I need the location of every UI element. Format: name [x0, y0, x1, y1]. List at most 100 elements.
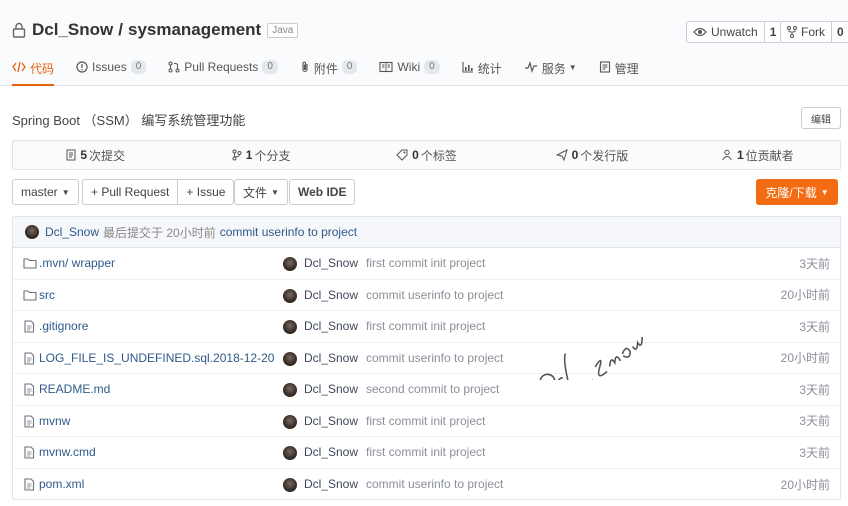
- avatar[interactable]: [283, 351, 297, 366]
- code-icon: [12, 61, 26, 73]
- file-name-link[interactable]: mvnw.cmd: [39, 445, 96, 459]
- commit-author[interactable]: Dcl_Snow: [304, 445, 358, 459]
- commit-author[interactable]: Dcl_Snow: [304, 351, 358, 365]
- tab-wiki-label: Wiki: [397, 60, 421, 74]
- stat-branches[interactable]: 1 个分支: [178, 141, 343, 169]
- file-row: mvnw.cmd Dcl_Snow first commit init projec…: [13, 437, 840, 469]
- unwatch-label: Unwatch: [711, 25, 758, 39]
- attachment-icon: [302, 61, 308, 73]
- web-ide-button[interactable]: Web IDE: [289, 179, 356, 205]
- commit-author[interactable]: Dcl_Snow: [304, 382, 358, 396]
- tab-wiki[interactable]: Wiki 0: [379, 58, 440, 86]
- commit-time: 20小时前: [780, 477, 830, 492]
- fork-button-group: Fork 0: [780, 21, 848, 43]
- file-icon: [24, 414, 35, 428]
- avatar[interactable]: [283, 414, 297, 429]
- avatar[interactable]: [283, 383, 297, 397]
- pull-request-icon: [168, 61, 180, 73]
- commit-author[interactable]: Dcl_Snow: [304, 414, 358, 428]
- last-commit-bar: Dcl_Snow 最后提交于 20小时前 commit userinfo to …: [13, 217, 840, 248]
- file-name-link[interactable]: LOG_FILE_IS_UNDEFINED.sql.2018-12-20: [39, 351, 274, 365]
- avatar[interactable]: [25, 225, 39, 239]
- stat-contributors-count: 1: [736, 148, 744, 162]
- contributors-icon: [722, 149, 732, 161]
- new-pull-request-button[interactable]: + Pull Request: [83, 180, 177, 204]
- file-row: .mvn/ wrapper Dcl_Snow first commit init p…: [13, 248, 840, 280]
- file-name-link[interactable]: README.md: [39, 382, 110, 396]
- tab-code[interactable]: 代码: [12, 58, 55, 86]
- file-menu-button[interactable]: 文件 ▼: [234, 179, 288, 205]
- commit-author[interactable]: Dcl_Snow: [304, 477, 358, 491]
- repo-name-link[interactable]: sysmanagement: [128, 20, 261, 40]
- file-name-link[interactable]: mvnw: [39, 414, 70, 428]
- fork-button[interactable]: Fork: [781, 22, 832, 42]
- commit-author[interactable]: Dcl_Snow: [304, 288, 358, 302]
- repo-tabs: 代码 Issues 0 Pull Requests 0 附件 0 Wiki 0 …: [12, 58, 661, 86]
- commit-time: 3天前: [799, 256, 830, 271]
- stat-tags-label: 个标签: [420, 148, 457, 163]
- branch-icon: [232, 149, 242, 161]
- stat-releases-label: 个发行版: [580, 148, 629, 163]
- commit-message-link[interactable]: commit userinfo to project: [366, 288, 503, 302]
- commit-author[interactable]: Dcl_Snow: [304, 256, 358, 270]
- repo-header: Dcl_Snow / sysmanagement Java Unwatch 1 …: [0, 0, 848, 86]
- commit-message-link[interactable]: commit userinfo to project: [366, 477, 503, 491]
- avatar[interactable]: [283, 320, 297, 334]
- clone-download-button[interactable]: 克隆/下载 ▼: [756, 179, 838, 205]
- avatar[interactable]: [283, 477, 297, 492]
- commit-message-link[interactable]: commit userinfo to project: [366, 351, 503, 365]
- branch-select[interactable]: master ▼: [12, 179, 79, 205]
- unwatch-button[interactable]: Unwatch: [687, 22, 765, 42]
- clone-download-label: 克隆/下载: [765, 185, 817, 200]
- tag-icon: [396, 149, 408, 161]
- wiki-icon: [379, 61, 394, 73]
- tab-services[interactable]: 服务 ▼: [524, 58, 577, 86]
- commit-message-link[interactable]: first commit init project: [366, 319, 485, 333]
- file-row: src Dcl_Snow commit userinfo to project 20小…: [13, 280, 840, 311]
- tab-attachments[interactable]: 附件 0: [300, 58, 358, 86]
- repo-stats-bar: 5 次提交 1 个分支 0 个标签 0 个发行版 1 位贡献者: [12, 140, 841, 170]
- tab-manage[interactable]: 管理: [599, 58, 639, 86]
- stat-contributors[interactable]: 1 位贡献者: [675, 141, 840, 169]
- file-name-link[interactable]: .mvn/ wrapper: [39, 256, 115, 270]
- commit-message-link[interactable]: first commit init project: [366, 445, 485, 459]
- tab-attachments-label: 附件: [313, 62, 338, 76]
- file-name-link[interactable]: pom.xml: [39, 477, 84, 491]
- commit-time: 3天前: [799, 319, 830, 334]
- tab-pull-requests[interactable]: Pull Requests 0: [168, 58, 278, 86]
- edit-description-button[interactable]: 编辑: [801, 107, 841, 129]
- stat-releases[interactable]: 0 个发行版: [509, 141, 674, 169]
- lock-icon: [12, 22, 26, 38]
- commit-message-link[interactable]: first commit init project: [366, 256, 485, 270]
- stat-commits-count: 5: [80, 148, 88, 162]
- tab-stats-label: 统计: [477, 62, 502, 76]
- release-icon: [555, 149, 568, 161]
- avatar[interactable]: [283, 288, 297, 303]
- tab-issues[interactable]: Issues 0: [76, 58, 147, 86]
- pr-issue-button-group: + Pull Request + Issue: [82, 179, 235, 205]
- commit-message-link[interactable]: first commit init project: [366, 414, 485, 428]
- commit-author[interactable]: Dcl_Snow: [304, 319, 358, 333]
- file-name-link[interactable]: src: [39, 288, 55, 302]
- last-commit-user[interactable]: Dcl_Snow: [45, 225, 99, 239]
- tab-stats[interactable]: 统计: [462, 58, 502, 86]
- tab-services-label: 服务: [541, 62, 566, 76]
- issue-icon: [76, 61, 88, 73]
- branch-select-label: master: [21, 185, 58, 199]
- repo-toolbar: master ▼ + Pull Request + Issue 文件 ▼ Web…: [12, 179, 841, 205]
- commit-message-link[interactable]: second commit to project: [366, 382, 499, 396]
- stat-commits[interactable]: 5 次提交: [13, 141, 178, 169]
- last-commit-message[interactable]: commit userinfo to project: [220, 225, 357, 239]
- new-issue-button[interactable]: + Issue: [177, 180, 233, 204]
- file-name-link[interactable]: .gitignore: [39, 319, 88, 333]
- stat-releases-count: 0: [571, 148, 579, 162]
- watch-count[interactable]: 1: [765, 22, 782, 42]
- fork-count[interactable]: 0: [832, 22, 848, 42]
- avatar[interactable]: [283, 257, 297, 271]
- stat-commits-label: 次提交: [89, 148, 126, 163]
- file-icon: [24, 383, 35, 396]
- avatar[interactable]: [283, 446, 297, 460]
- repo-owner-link[interactable]: Dcl_Snow: [32, 20, 113, 40]
- language-badge: Java: [267, 22, 299, 38]
- stat-tags[interactable]: 0 个标签: [344, 141, 509, 169]
